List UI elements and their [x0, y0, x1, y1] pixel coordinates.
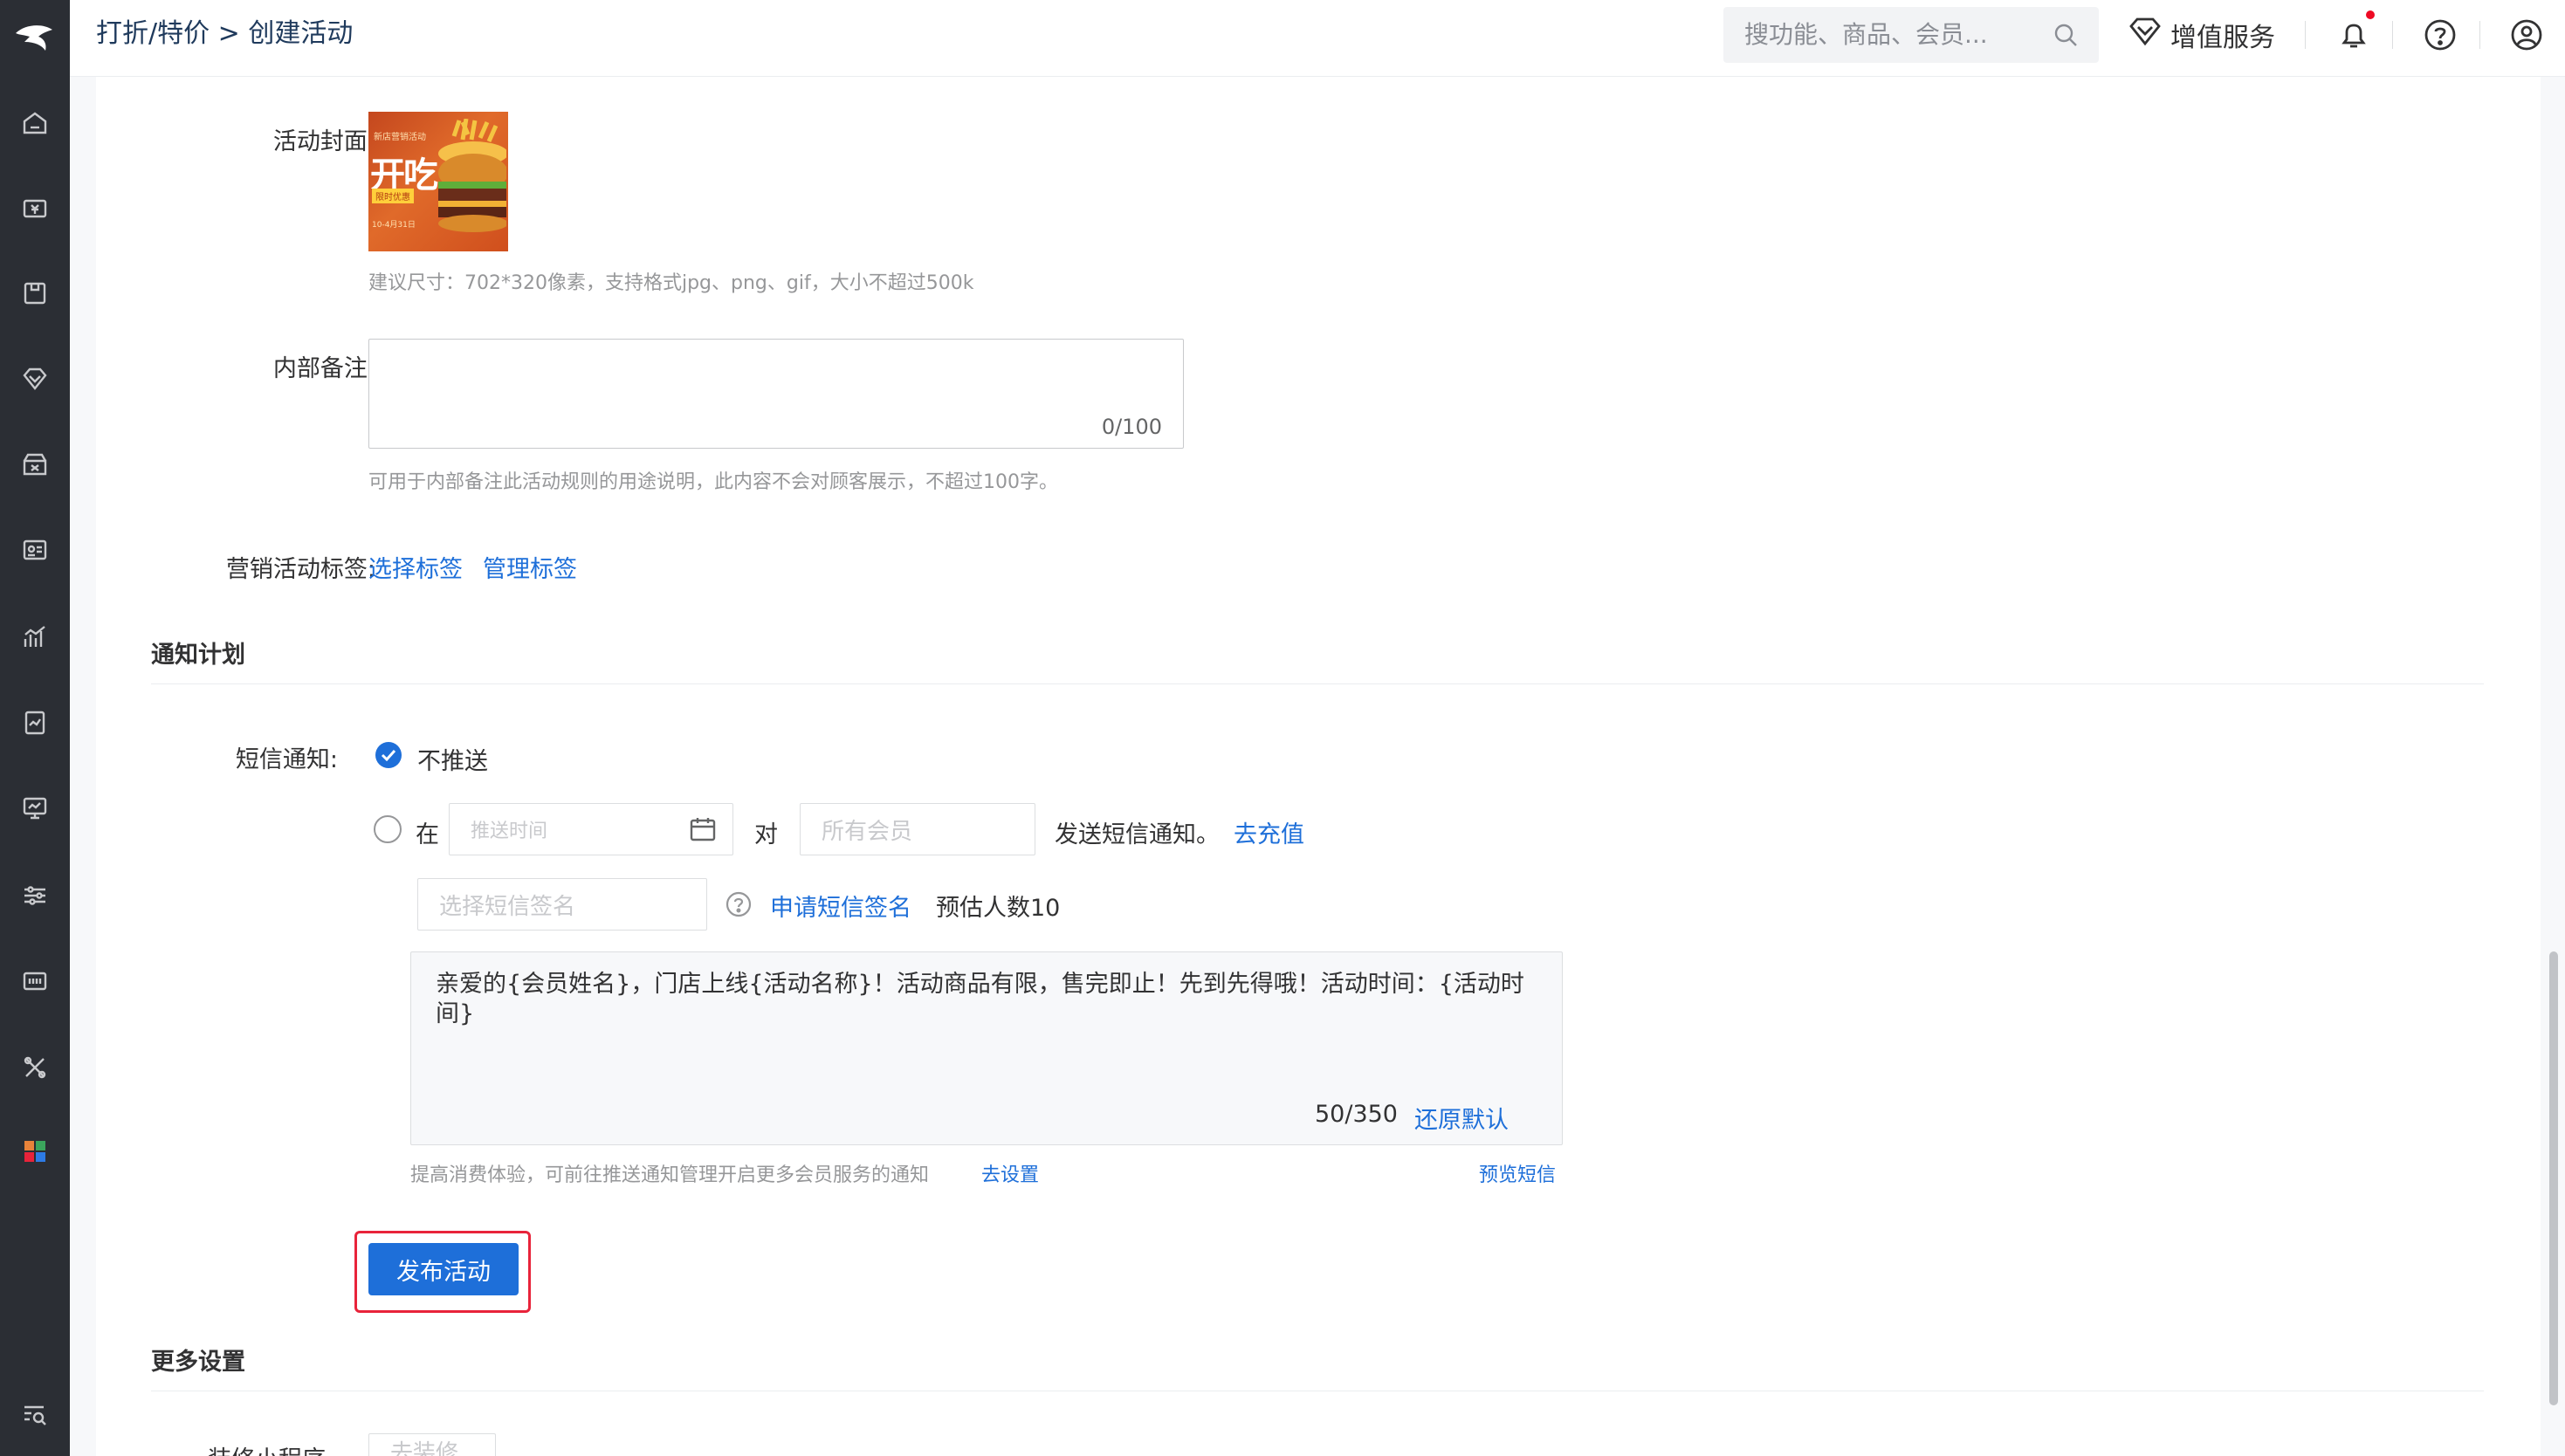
decorate-button-label: 去装修 — [390, 1439, 459, 1456]
cashier-icon[interactable] — [16, 189, 54, 228]
data-icon[interactable] — [16, 618, 54, 656]
app-logo[interactable] — [0, 0, 70, 77]
manage-tag-link[interactable]: 管理标签 — [483, 550, 577, 584]
push-time-placeholder: 推送时间 — [471, 821, 548, 842]
go-settings-link[interactable]: 去设置 — [981, 1159, 1039, 1187]
scheduled-push-radio[interactable] — [374, 815, 402, 843]
cover-hint: 建议尺寸：702*320像素，支持格式jpg、png、gif，大小不超过500k — [368, 272, 974, 294]
header-divider — [2392, 21, 2393, 49]
sms-content-textarea[interactable]: 亲爱的{会员姓名}，门店上线{活动名称}！活动商品有限，售完即止！先到先得哦！活… — [410, 951, 1563, 1145]
marketing-icon[interactable] — [16, 445, 54, 484]
search-menu-icon[interactable] — [16, 1395, 54, 1433]
burger-icon — [438, 119, 506, 232]
sms-label: 短信通知: — [235, 746, 338, 773]
breadcrumb: 打折/特价 > 创建活动 — [96, 0, 353, 77]
sms-content-text: 亲爱的{会员姓名}，门店上线{活动名称}！活动商品有限，售完即止！先到先得哦！活… — [436, 971, 1524, 1027]
global-search-input[interactable]: 搜功能、商品、会员... — [1723, 7, 2099, 63]
send-sms-text: 发送短信通知。 — [1055, 821, 1220, 848]
note-label: 内部备注: — [272, 355, 375, 382]
notification-bell-icon[interactable] — [2333, 14, 2375, 56]
member-icon[interactable] — [16, 360, 54, 398]
page-scrollbar[interactable] — [2549, 951, 2558, 1405]
value-added-service-button[interactable]: 增值服务 — [2128, 0, 2275, 70]
publish-activity-button[interactable]: 发布活动 — [368, 1243, 519, 1295]
main-content: 活动封面: 新店营销活动 开吃 限时优惠 10-4月31日 建议尺寸：702*3… — [96, 77, 2541, 1456]
push-time-input[interactable]: 推送时间 — [449, 803, 733, 855]
preview-sms-link[interactable]: 预览短信 — [1479, 1159, 1556, 1187]
experience-hint: 提高消费体验，可前往推送通知管理开启更多会员服务的通知 — [410, 1164, 930, 1186]
user-profile-icon[interactable] — [2506, 14, 2548, 56]
cover-text-badge: 限时优惠 — [372, 189, 414, 203]
sms-signature-select[interactable]: 选择短信签名 — [417, 878, 707, 931]
to-label: 对 — [754, 821, 778, 848]
recharge-link[interactable]: 去充值 — [1234, 815, 1304, 849]
sms-counter: 50/350 — [1315, 1101, 1398, 1128]
audience-select[interactable]: 所有会员 — [800, 803, 1035, 855]
diamond-icon — [2128, 16, 2162, 54]
tag-label: 营销活动标签: — [225, 556, 375, 583]
more-settings-title: 更多设置 — [151, 1349, 245, 1376]
cover-label: 活动封面: — [272, 128, 375, 155]
estimated-count: 预估人数10 — [936, 895, 1061, 922]
value-added-service-label: 增值服务 — [2170, 23, 2275, 53]
no-push-label[interactable]: 不推送 — [417, 742, 488, 776]
at-label: 在 — [416, 821, 439, 848]
report-icon[interactable] — [16, 704, 54, 742]
notification-dot — [2366, 10, 2375, 19]
search-icon[interactable] — [2052, 21, 2080, 52]
restore-default-link[interactable]: 还原默认 — [1414, 1101, 1509, 1135]
section-divider — [151, 683, 2484, 684]
breadcrumb-parent[interactable]: 打折/特价 — [96, 18, 210, 49]
decorate-button[interactable]: 去装修 — [368, 1433, 496, 1456]
help-circle-icon[interactable] — [725, 890, 753, 922]
search-placeholder: 搜功能、商品、会员... — [1744, 20, 1988, 49]
cover-text-date: 10-4月31日 — [372, 221, 416, 230]
breadcrumb-separator: > — [210, 18, 249, 49]
signature-placeholder: 选择短信签名 — [439, 893, 576, 920]
settings-icon[interactable] — [16, 876, 54, 915]
breadcrumb-current: 创建活动 — [248, 18, 354, 49]
audience-placeholder: 所有会员 — [822, 818, 913, 845]
goods-icon[interactable] — [16, 274, 54, 312]
header-divider — [2479, 21, 2480, 49]
header-divider — [2305, 21, 2306, 49]
no-push-checkbox[interactable] — [375, 742, 402, 768]
hardware-icon[interactable] — [16, 963, 54, 1001]
note-counter: 0/100 — [1101, 415, 1162, 439]
apply-signature-link[interactable]: 申请短信签名 — [770, 889, 911, 923]
cover-text-subtitle: 新店营销活动 — [374, 133, 426, 142]
top-header: 打折/特价 > 创建活动 搜功能、商品、会员... 增值服务 — [70, 0, 2565, 77]
home-icon[interactable] — [16, 104, 54, 142]
cover-image[interactable]: 新店营销活动 开吃 限时优惠 10-4月31日 — [368, 112, 508, 251]
decorate-mini-program-label: 装修小程序 — [208, 1440, 326, 1456]
calendar-icon[interactable] — [689, 816, 717, 848]
apps-icon[interactable] — [16, 1132, 54, 1171]
monitor-icon[interactable] — [16, 789, 54, 828]
internal-note-textarea[interactable]: 0/100 — [368, 339, 1184, 449]
tools-icon[interactable] — [16, 1048, 54, 1087]
note-hint: 可用于内部备注此活动规则的用途说明，此内容不会对顾客展示，不超过100字。 — [368, 471, 1058, 493]
help-icon[interactable] — [2419, 14, 2461, 56]
notify-section-title: 通知计划 — [151, 642, 245, 669]
sidebar — [0, 0, 70, 1456]
staff-icon[interactable] — [16, 531, 54, 569]
select-tag-link[interactable]: 选择标签 — [368, 550, 463, 584]
